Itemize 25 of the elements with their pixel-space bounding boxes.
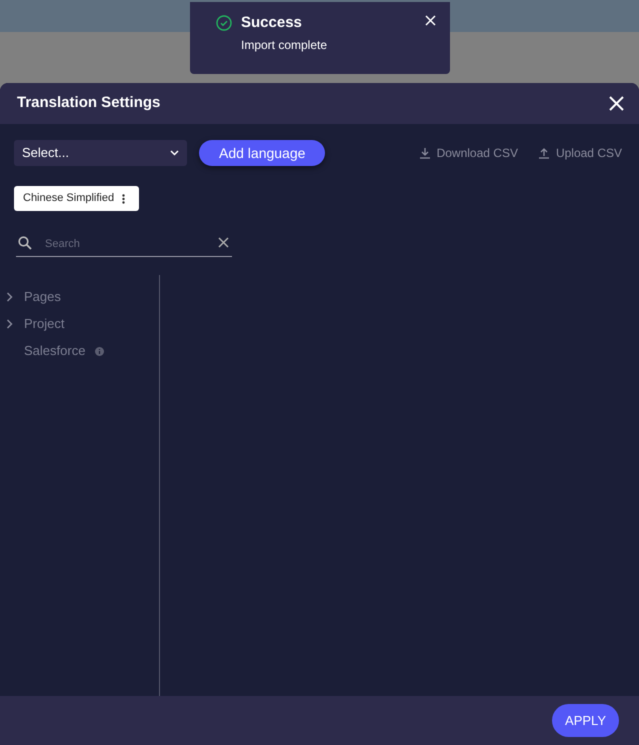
chevron-down-icon	[170, 150, 179, 156]
search-field[interactable]: Search	[16, 232, 232, 256]
tree-item[interactable]: Salesforce	[24, 341, 86, 361]
check-circle-icon	[216, 15, 232, 31]
info-icon[interactable]	[95, 346, 104, 356]
download-icon	[418, 147, 431, 159]
close-icon[interactable]	[609, 96, 624, 111]
chevron-icon[interactable]	[6, 319, 13, 329]
language-select[interactable]: Select...	[14, 140, 187, 166]
download-link[interactable]: Download CSV	[418, 144, 518, 162]
upload-icon	[538, 147, 550, 159]
upload-link[interactable]: Upload CSV	[538, 144, 622, 162]
chevron-icon[interactable]	[6, 292, 13, 302]
toast-message: Import complete	[241, 37, 328, 54]
dialog-title: Translation Settings	[17, 93, 160, 114]
toast-title: Success	[241, 14, 303, 32]
tree-item[interactable]: Pages	[24, 287, 61, 307]
apply-button[interactable]: APPLY	[552, 704, 619, 737]
tree-item[interactable]: Project	[24, 314, 64, 334]
search-icon	[18, 236, 32, 250]
more-icon[interactable]	[122, 194, 126, 204]
clear-icon[interactable]	[218, 237, 229, 248]
close-icon[interactable]	[425, 15, 436, 26]
add-language-button[interactable]: Add language	[199, 140, 326, 166]
language-chip[interactable]: Chinese Simplified	[14, 186, 140, 211]
